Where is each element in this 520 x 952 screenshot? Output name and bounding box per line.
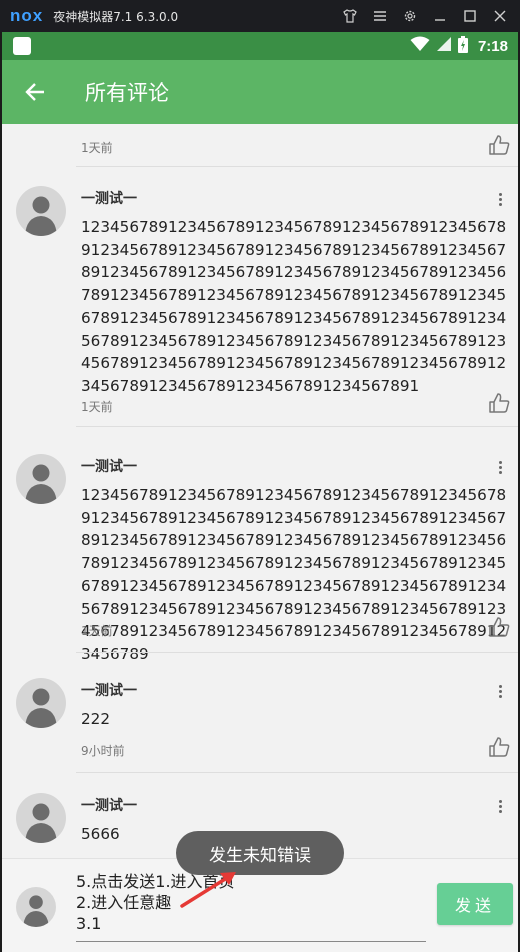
list-item: 一测试一 222 9小时前 <box>2 660 518 774</box>
error-toast: 发生未知错误 <box>176 831 344 875</box>
comment-author: 一测试一 <box>81 191 137 207</box>
avatar <box>16 887 56 927</box>
emulator-titlebar: nox 夜神模拟器7.1 6.3.0.0 <box>0 0 520 32</box>
emulator-logo: nox <box>10 6 44 25</box>
thumbs-up-icon[interactable] <box>488 616 510 638</box>
avatar[interactable] <box>16 454 66 504</box>
arrow-left-icon <box>25 83 44 101</box>
avatar[interactable] <box>16 793 66 843</box>
avatar[interactable] <box>16 186 66 236</box>
comment-time: 1天前 <box>81 141 113 155</box>
send-button[interactable]: 发送 <box>437 883 513 925</box>
more-options-icon[interactable] <box>494 458 506 476</box>
status-bar: 7:18 <box>2 32 518 60</box>
list-item: 1天前 <box>2 124 518 168</box>
comment-author: 一测试一 <box>81 459 137 475</box>
maximize-icon[interactable] <box>462 8 478 24</box>
comment-time: 1天前 <box>81 400 113 414</box>
notification-icon <box>13 37 31 55</box>
emulator-title: 夜神模拟器7.1 6.3.0.0 <box>53 9 179 24</box>
page-title: 所有评论 <box>85 81 169 105</box>
battery-icon <box>457 35 468 57</box>
list-item: 一测试一 12345678912345678912345678912345678… <box>2 436 518 663</box>
comment-time: 9小时前 <box>81 744 125 758</box>
divider <box>76 426 518 427</box>
comment-input[interactable]: 5.点击发送1.进入首页 2.进入任意趣 3.1 <box>76 871 426 934</box>
back-button[interactable] <box>3 60 67 124</box>
signal-icon <box>436 36 452 56</box>
comment-text: 1234567891234567891234567891234567891234… <box>81 218 507 395</box>
thumbs-up-icon[interactable] <box>488 392 510 414</box>
comment-list[interactable]: 1天前 一测试一 1234567891234567891234567891234… <box>2 124 518 858</box>
divider <box>76 772 518 773</box>
input-underline <box>76 941 426 942</box>
shirt-icon[interactable] <box>342 8 358 24</box>
comment-text: 222 <box>81 710 110 728</box>
phone-screen: 7:18 所有评论 1天前 一测试一 123456789123456789123… <box>2 32 518 952</box>
comment-time: 1天前 <box>81 624 113 638</box>
list-item: 一测试一 12345678912345678912345678912345678… <box>2 168 518 428</box>
more-options-icon[interactable] <box>494 190 506 208</box>
menu-icon[interactable] <box>372 8 388 24</box>
annotation-arrow-icon <box>180 872 236 908</box>
avatar[interactable] <box>16 678 66 728</box>
divider <box>76 652 518 653</box>
comment-author: 一测试一 <box>81 798 137 814</box>
comment-author: 一测试一 <box>81 683 137 699</box>
divider <box>76 166 518 167</box>
more-options-icon[interactable] <box>494 682 506 700</box>
wifi-icon <box>410 36 430 56</box>
close-icon[interactable] <box>492 8 508 24</box>
thumbs-up-icon[interactable] <box>488 736 510 758</box>
gear-icon[interactable] <box>402 8 418 24</box>
thumbs-up-icon[interactable] <box>488 134 510 156</box>
minimize-icon[interactable] <box>432 8 448 24</box>
status-time: 7:18 <box>477 37 508 55</box>
comment-text: 1234567891234567891234567891234567891234… <box>81 486 507 663</box>
more-options-icon[interactable] <box>494 797 506 815</box>
app-toolbar: 所有评论 <box>2 60 518 124</box>
